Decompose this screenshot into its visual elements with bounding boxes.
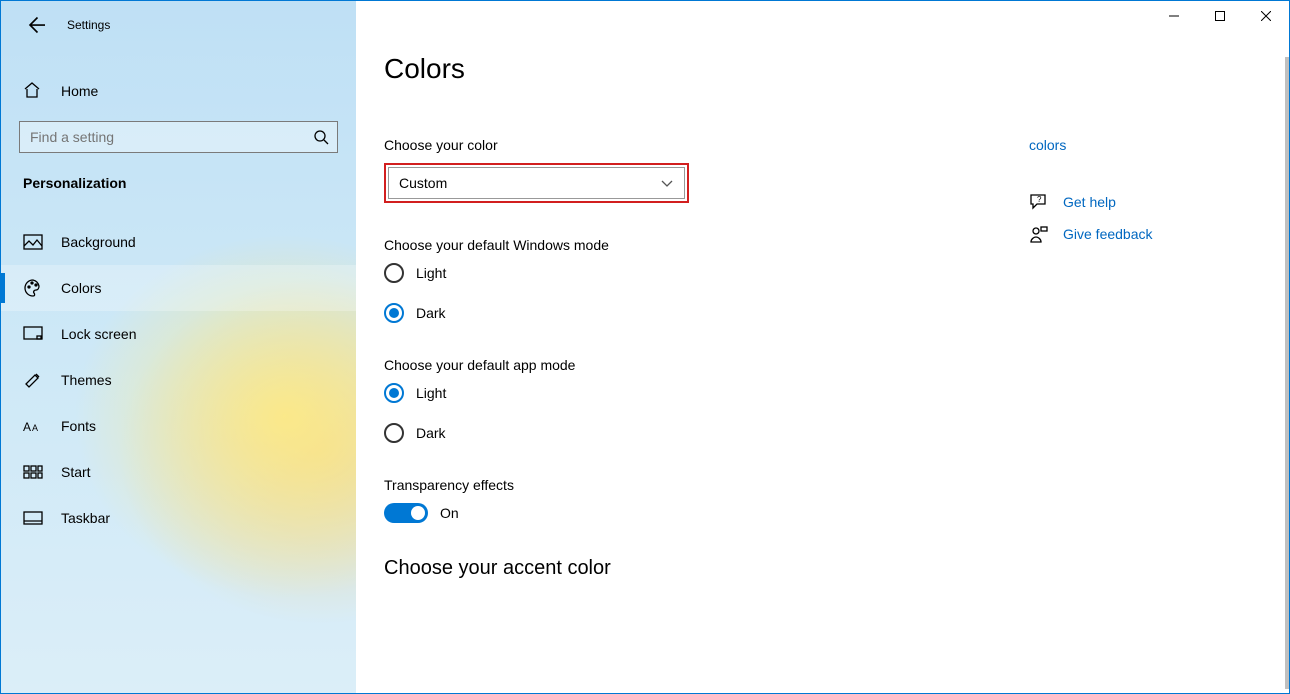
windows-mode-setting: Choose your default Windows mode Light D… [384, 237, 944, 323]
radio-icon [384, 263, 404, 283]
help-bubble-icon: ? [1029, 193, 1049, 211]
app-mode-light[interactable]: Light [384, 383, 944, 403]
sidebar-item-fonts[interactable]: AA Fonts [1, 403, 356, 449]
feedback-person-icon [1029, 225, 1049, 243]
choose-color-highlight: Custom [384, 163, 689, 203]
settings-column: Choose your color Custom Choose your def… [384, 137, 944, 580]
sidebar-header: Settings [1, 1, 356, 41]
get-help-link[interactable]: Get help [1063, 194, 1116, 210]
search-icon [313, 129, 329, 145]
windows-mode-light[interactable]: Light [384, 263, 944, 283]
choose-color-dropdown[interactable]: Custom [388, 167, 685, 199]
get-help-row: ? Get help [1029, 193, 1249, 211]
start-icon [23, 462, 43, 482]
choose-color-value: Custom [399, 175, 447, 191]
search-input[interactable] [19, 121, 338, 153]
help-column: colors ? Get help Give feedback [1029, 137, 1289, 580]
windows-mode-dark[interactable]: Dark [384, 303, 944, 323]
fonts-icon: AA [23, 416, 43, 436]
toggle-state: On [440, 505, 459, 521]
radio-label: Dark [416, 425, 446, 441]
window-controls [1151, 1, 1289, 31]
transparency-setting: Transparency effects On [384, 477, 944, 523]
radio-icon [384, 423, 404, 443]
choose-color-setting: Choose your color Custom [384, 137, 944, 203]
sidebar-item-start[interactable]: Start [1, 449, 356, 495]
settings-window: Settings Home Personalization Background [1, 1, 1289, 693]
sidebar-item-taskbar[interactable]: Taskbar [1, 495, 356, 541]
svg-text:?: ? [1037, 195, 1042, 204]
sidebar-item-label: Start [61, 464, 91, 480]
themes-icon [23, 370, 43, 390]
back-button[interactable] [25, 15, 45, 35]
app-mode-dark[interactable]: Dark [384, 423, 944, 443]
radio-label: Dark [416, 305, 446, 321]
sidebar-item-label: Background [61, 234, 136, 250]
search-field[interactable] [30, 129, 313, 145]
sidebar-item-colors[interactable]: Colors [1, 265, 356, 311]
home-icon [23, 81, 41, 102]
sidebar-item-label: Themes [61, 372, 112, 388]
sidebar-item-background[interactable]: Background [1, 219, 356, 265]
close-button[interactable] [1243, 1, 1289, 31]
sidebar-item-label: Lock screen [61, 326, 136, 342]
radio-label: Light [416, 385, 446, 401]
maximize-button[interactable] [1197, 1, 1243, 31]
home-label: Home [61, 83, 98, 99]
sidebar-item-label: Taskbar [61, 510, 110, 526]
give-feedback-row: Give feedback [1029, 225, 1249, 243]
nav-list: Background Colors Lock screen Themes AA … [1, 219, 356, 541]
sidebar-item-themes[interactable]: Themes [1, 357, 356, 403]
transparency-label: Transparency effects [384, 477, 944, 493]
app-mode-label: Choose your default app mode [384, 357, 944, 373]
svg-text:A: A [23, 420, 31, 434]
sidebar-item-lockscreen[interactable]: Lock screen [1, 311, 356, 357]
minimize-button[interactable] [1151, 1, 1197, 31]
radio-label: Light [416, 265, 446, 281]
palette-icon [23, 278, 43, 298]
windows-mode-label: Choose your default Windows mode [384, 237, 944, 253]
page-title: Colors [384, 53, 1289, 85]
section-title: Personalization [1, 153, 356, 191]
related-link[interactable]: colors [1029, 137, 1249, 153]
radio-icon [384, 303, 404, 323]
accent-color-heading: Choose your accent color [384, 557, 944, 580]
svg-text:A: A [32, 423, 38, 433]
chevron-down-icon [660, 176, 674, 190]
main-content: Colors Choose your color Custom [356, 1, 1289, 693]
app-mode-setting: Choose your default app mode Light Dark [384, 357, 944, 443]
sidebar: Settings Home Personalization Background [1, 1, 356, 693]
transparency-toggle[interactable] [384, 503, 428, 523]
app-title: Settings [67, 18, 110, 32]
scrollbar[interactable] [1285, 57, 1289, 689]
taskbar-icon [23, 508, 43, 528]
radio-icon [384, 383, 404, 403]
lock-icon [23, 324, 43, 344]
sidebar-item-label: Fonts [61, 418, 96, 434]
give-feedback-link[interactable]: Give feedback [1063, 226, 1153, 242]
home-nav[interactable]: Home [1, 71, 356, 111]
choose-color-label: Choose your color [384, 137, 944, 153]
image-icon [23, 232, 43, 252]
sidebar-item-label: Colors [61, 280, 101, 296]
